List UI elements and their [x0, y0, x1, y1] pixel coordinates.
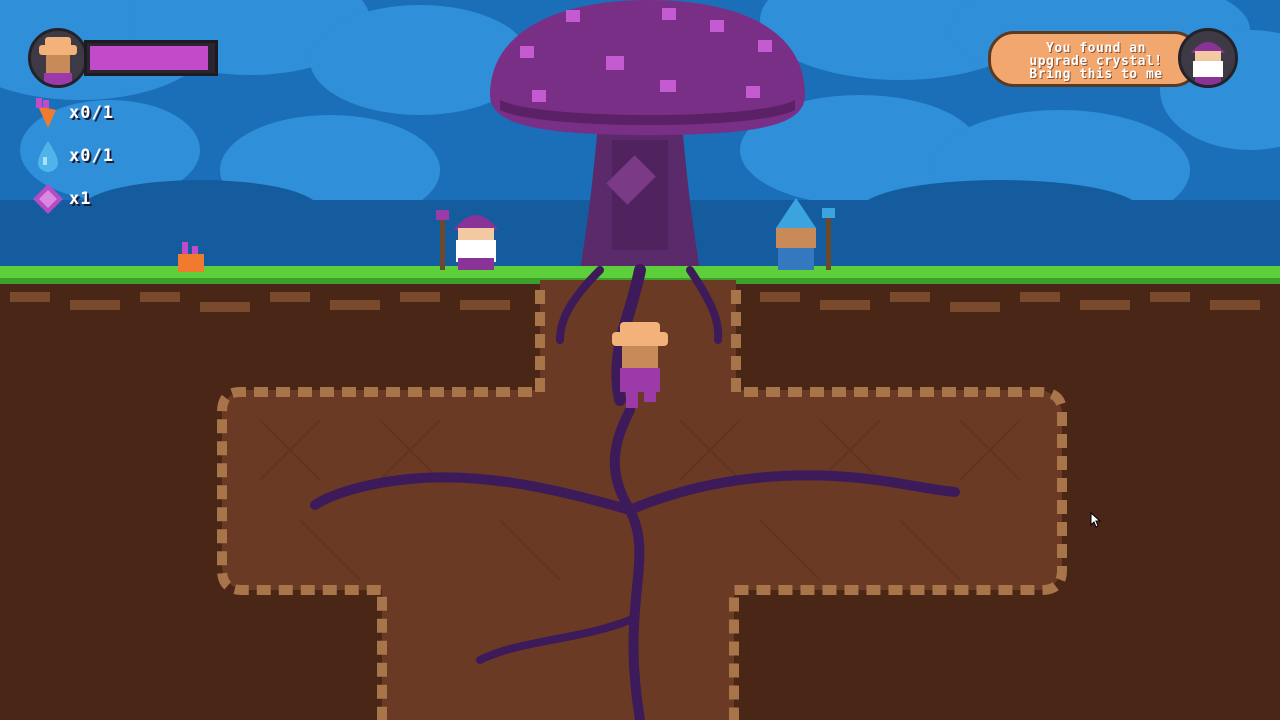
health-bar — [84, 40, 218, 76]
wizard-face-icon — [1191, 42, 1225, 85]
npc-dialog[interactable]: You found an upgrade crystal! Bring this… — [988, 28, 1244, 90]
dialog-line: Bring this to me — [1029, 67, 1163, 82]
inventory-carrot: x0/1 — [30, 96, 114, 130]
inventory-water: x0/1 — [30, 139, 114, 173]
dialog-text: You found an upgrade crystal! Bring this… — [1005, 42, 1187, 81]
crystal-count: x1 — [69, 189, 92, 209]
carrot-icon — [36, 98, 56, 128]
game-viewport[interactable]: x0/1 x0/1 x1 You found an upgrade crysta… — [0, 0, 1280, 720]
inventory-crystal: x1 — [30, 182, 91, 216]
player-face-icon — [39, 37, 77, 85]
water-count: x0/1 — [69, 146, 114, 166]
mouse-cursor-icon — [1090, 512, 1102, 528]
player-portrait — [28, 28, 88, 88]
water-drop-icon — [38, 141, 58, 172]
game-scene — [0, 0, 1280, 720]
dialog-bubble: You found an upgrade crystal! Bring this… — [988, 31, 1200, 87]
wizard-portrait — [1178, 28, 1238, 88]
carrot-count: x0/1 — [69, 103, 114, 123]
health-bar-fill — [90, 46, 208, 70]
purple-crystal-icon — [33, 184, 63, 214]
